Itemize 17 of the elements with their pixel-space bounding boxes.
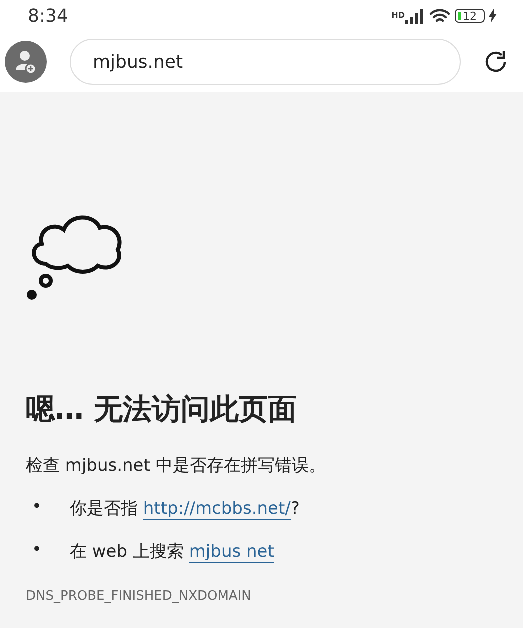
wifi-icon: [429, 8, 451, 24]
signal-icon: [405, 8, 425, 24]
suggestion-text: 你是否指 http://mcbbs.net/?: [70, 498, 300, 520]
bullet: •: [31, 540, 44, 562]
profile-avatar-icon[interactable]: [4, 40, 48, 84]
suggestion-text: 在 web 上搜索 mjbus net: [70, 541, 274, 563]
clock-time: 8:34: [28, 6, 68, 26]
error-message: 检查 mjbus.net 中是否存在拼写错误。: [26, 455, 327, 477]
error-heading: 嗯… 无法访问此页面: [26, 391, 298, 428]
error-code: DNS_PROBE_FINISHED_NXDOMAIN: [26, 589, 252, 604]
address-bar[interactable]: mjbus.net: [70, 39, 461, 85]
suggestion-link[interactable]: http://mcbbs.net/: [143, 499, 291, 520]
battery-level: 12: [455, 9, 485, 23]
bullet: •: [31, 497, 44, 519]
suggestion-link[interactable]: mjbus net: [189, 542, 274, 563]
reload-icon[interactable]: [483, 49, 509, 75]
network-label: HD: [392, 11, 405, 20]
